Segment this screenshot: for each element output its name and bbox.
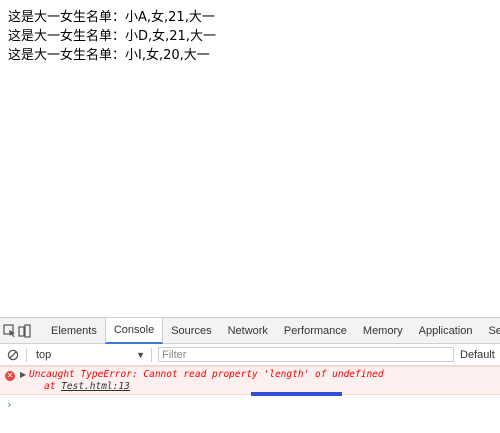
console-output: ✕ ▶ Uncaught TypeError: Cannot read prop… [0,366,500,413]
list-item: 这是大一女生名单：小A,女,21,大一 [8,10,215,25]
tab-application[interactable]: Application [411,318,481,343]
devtools-panel: Elements Console Sources Network Perform… [0,317,500,433]
tab-network[interactable]: Network [220,318,276,343]
log-levels-select[interactable]: Default [460,349,495,361]
prompt-chevron-icon: › [6,397,13,411]
annotation-underline [251,392,342,396]
dropdown-arrow-icon: ▼ [136,349,145,360]
error-icon: ✕ [5,371,15,381]
console-error-message: ✕ ▶ Uncaught TypeError: Cannot read prop… [0,366,500,396]
context-selector[interactable]: top ▼ [27,344,151,366]
context-value: top [36,348,52,361]
clear-console-icon[interactable] [0,349,26,361]
error-text: Uncaught TypeError: Cannot read property… [29,369,384,380]
device-toolbar-icon[interactable] [17,318,31,344]
tab-memory[interactable]: Memory [355,318,411,343]
console-toolbar: top ▼ Filter Default [0,344,500,366]
tab-sources[interactable]: Sources [163,318,219,343]
tab-performance[interactable]: Performance [276,318,355,343]
filter-input[interactable]: Filter [158,347,454,362]
list-item: 这是大一女生名单：小D,女,21,大一 [8,29,216,44]
console-prompt[interactable]: › [0,395,500,413]
list-item: 这是大一女生名单：小I,女,20,大一 [8,48,210,63]
error-at-label: at [44,381,62,392]
tab-elements[interactable]: Elements [43,318,105,343]
error-location: at Test.html:13 [44,381,130,392]
devtools-tabbar: Elements Console Sources Network Perform… [0,318,500,344]
tab-security[interactable]: Se [480,318,500,343]
page-content: 这是大一女生名单：小A,女,21,大一 这是大一女生名单：小D,女,21,大一 … [0,0,500,317]
tab-console[interactable]: Console [104,318,164,344]
expand-arrow-icon[interactable]: ▶ [20,370,26,379]
error-source-link[interactable]: Test.html:13 [61,381,130,392]
toolbar-divider [151,347,152,362]
inspect-element-icon[interactable] [3,318,17,344]
